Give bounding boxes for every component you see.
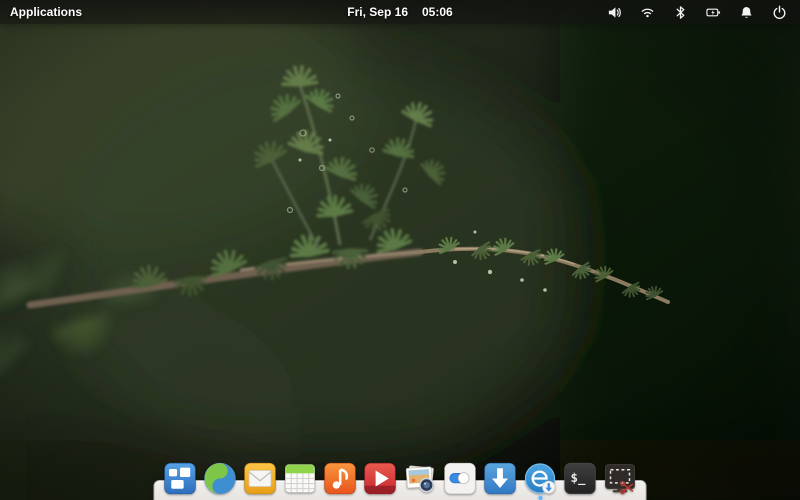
clock-button[interactable]: Fri, Sep 16 05:06 [347, 5, 452, 19]
dock-item-screenshot[interactable] [603, 461, 638, 496]
volume-icon[interactable] [605, 0, 623, 24]
dock-item-music[interactable] [323, 461, 358, 496]
indicator-area [605, 0, 800, 24]
desktop[interactable]: Applications Fri, Sep 16 05:06 [0, 0, 800, 500]
top-panel: Applications Fri, Sep 16 05:06 [0, 0, 800, 24]
battery-icon[interactable] [704, 0, 722, 24]
dock-item-system-settings[interactable] [443, 461, 478, 496]
dock-item-terminal[interactable]: $_ [563, 461, 598, 496]
dock-item-mail[interactable] [243, 461, 278, 496]
dock-item-videos[interactable] [363, 461, 398, 496]
terminal-prompt-glyph: $_ [571, 470, 586, 486]
dock-item-appcenter[interactable] [483, 461, 518, 496]
dock-item-calendar[interactable] [283, 461, 318, 496]
wallpaper-image [0, 0, 800, 500]
dock-item-installer[interactable] [523, 461, 558, 496]
applications-menu-button[interactable]: Applications [0, 5, 82, 19]
notifications-icon[interactable] [737, 0, 755, 24]
clock-date: Fri, Sep 16 [347, 5, 408, 19]
clock-time: 05:06 [422, 5, 453, 19]
dock-item-web[interactable] [203, 461, 238, 496]
wifi-icon[interactable] [638, 0, 656, 24]
dock-item-multitasking-view[interactable] [163, 461, 198, 496]
dock-item-photos[interactable] [403, 461, 438, 496]
running-indicator [538, 496, 542, 500]
power-icon[interactable] [770, 0, 788, 24]
dock: $_ [154, 444, 647, 500]
bluetooth-icon[interactable] [671, 0, 689, 24]
